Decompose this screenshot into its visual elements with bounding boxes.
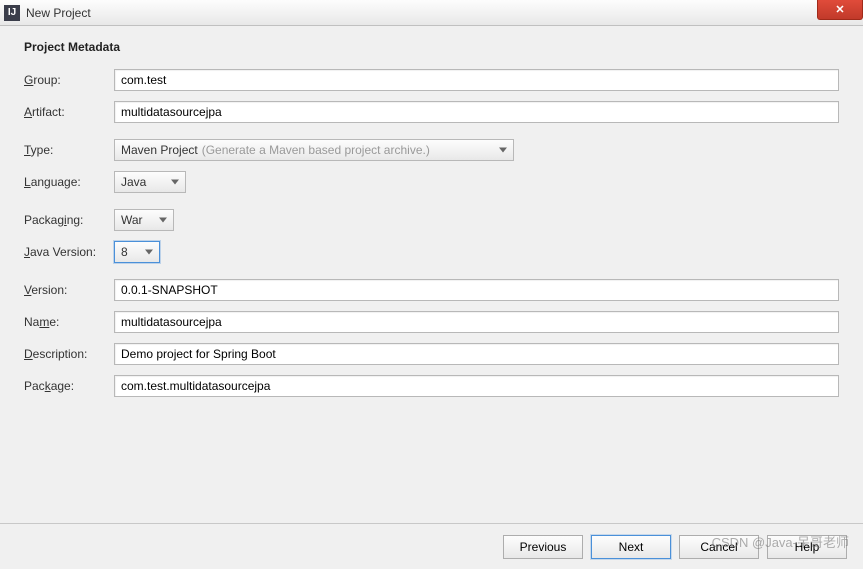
- row-javaversion: Java Version: 8: [24, 240, 839, 264]
- name-input[interactable]: [114, 311, 839, 333]
- language-select[interactable]: Java: [114, 171, 186, 193]
- page-title: Project Metadata: [24, 40, 839, 54]
- row-group: Group:: [24, 68, 839, 92]
- row-package: Package:: [24, 374, 839, 398]
- row-version: Version:: [24, 278, 839, 302]
- artifact-input[interactable]: [114, 101, 839, 123]
- row-name: Name:: [24, 310, 839, 334]
- content-area: Project Metadata Group: Artifact: Type: …: [0, 26, 863, 523]
- label-type: Type:: [24, 143, 114, 157]
- cancel-button[interactable]: Cancel: [679, 535, 759, 559]
- label-language: Language:: [24, 175, 114, 189]
- label-name: Name:: [24, 315, 114, 329]
- row-packaging: Packaging: War: [24, 208, 839, 232]
- row-type: Type: Maven Project (Generate a Maven ba…: [24, 138, 839, 162]
- help-button[interactable]: Help: [767, 535, 847, 559]
- close-icon: ✕: [835, 3, 844, 16]
- button-bar: Previous Next Cancel Help: [0, 523, 863, 569]
- label-javaversion: Java Version:: [24, 245, 114, 259]
- row-artifact: Artifact:: [24, 100, 839, 124]
- package-input[interactable]: [114, 375, 839, 397]
- row-language: Language: Java: [24, 170, 839, 194]
- packaging-select[interactable]: War: [114, 209, 174, 231]
- version-input[interactable]: [114, 279, 839, 301]
- window-title: New Project: [26, 6, 91, 20]
- type-select[interactable]: Maven Project (Generate a Maven based pr…: [114, 139, 514, 161]
- label-version: Version:: [24, 283, 114, 297]
- titlebar: IJ New Project ✕: [0, 0, 863, 26]
- app-icon: IJ: [4, 5, 20, 21]
- label-package: Package:: [24, 379, 114, 393]
- previous-button[interactable]: Previous: [503, 535, 583, 559]
- next-button[interactable]: Next: [591, 535, 671, 559]
- label-group: Group:: [24, 73, 114, 87]
- label-description: Description:: [24, 347, 114, 361]
- javaversion-select[interactable]: 8: [114, 241, 160, 263]
- row-description: Description:: [24, 342, 839, 366]
- close-button[interactable]: ✕: [817, 0, 863, 20]
- label-artifact: Artifact:: [24, 105, 114, 119]
- group-input[interactable]: [114, 69, 839, 91]
- label-packaging: Packaging:: [24, 213, 114, 227]
- description-input[interactable]: [114, 343, 839, 365]
